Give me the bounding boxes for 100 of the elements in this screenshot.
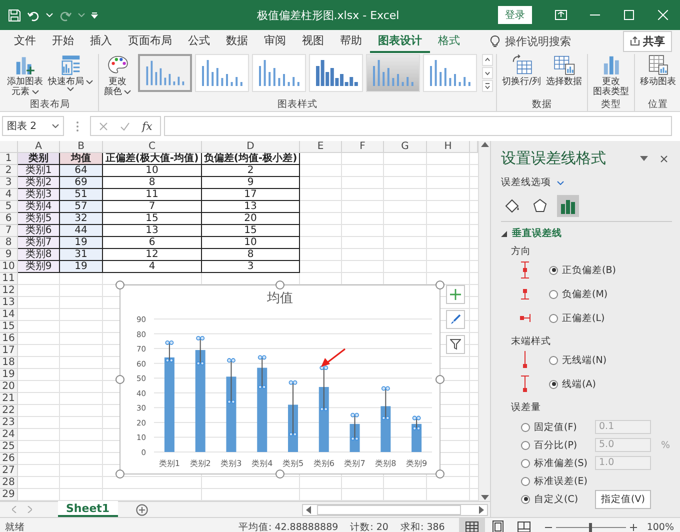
table-cell: 6 bbox=[103, 237, 202, 249]
column-header[interactable]: F bbox=[342, 141, 384, 153]
column-header[interactable]: C bbox=[103, 141, 202, 153]
row-number[interactable]: 25 bbox=[0, 441, 18, 453]
radio-label[interactable]: 正偏差(L) bbox=[562, 312, 605, 324]
column-header[interactable]: A bbox=[18, 141, 60, 153]
table-cell: 类别2 bbox=[18, 177, 60, 189]
axis-label: 类别2 bbox=[190, 459, 211, 468]
radio-label[interactable]: 线端(A) bbox=[562, 378, 596, 390]
name-box[interactable]: 图表 2 bbox=[2, 116, 64, 136]
ribbon-tab[interactable]: 格式 bbox=[430, 30, 468, 52]
radio-label[interactable]: 百分比(P) bbox=[534, 438, 578, 452]
sheet-tab[interactable]: Sheet1 bbox=[58, 501, 118, 517]
table-cell: 4 bbox=[103, 261, 202, 273]
axis-label: 类别5 bbox=[282, 459, 304, 468]
options-dropdown[interactable]: 误差线选项 bbox=[501, 176, 551, 189]
table-cell: 类别6 bbox=[18, 225, 60, 237]
radio-label[interactable]: 标准误差(E) bbox=[534, 474, 588, 488]
row-number[interactable]: 20 bbox=[0, 381, 18, 393]
ribbon-button[interactable]: 快速布局 bbox=[46, 54, 95, 91]
window-title: 极值偏差柱形图.xlsx - Excel bbox=[256, 8, 400, 22]
zoom-level[interactable]: 100% bbox=[646, 522, 674, 532]
table-cell: 19 bbox=[60, 237, 103, 249]
row-number[interactable]: 2 bbox=[0, 165, 18, 177]
row-number[interactable]: 3 bbox=[0, 177, 18, 189]
column-header[interactable]: E bbox=[300, 141, 342, 153]
ribbon-tab[interactable]: 帮助 bbox=[332, 30, 370, 52]
row-number[interactable]: 9 bbox=[0, 249, 18, 261]
ribbon-tab[interactable]: 页面布局 bbox=[120, 30, 180, 52]
ribbon-tab[interactable]: 视图 bbox=[294, 30, 332, 52]
share-button[interactable]: 共享 bbox=[623, 30, 672, 52]
row-number[interactable]: 12 bbox=[0, 285, 18, 297]
row-number[interactable]: 1 bbox=[0, 153, 18, 165]
ribbon-button[interactable]: 添加图表 元素 bbox=[5, 54, 45, 97]
row-number[interactable]: 17 bbox=[0, 345, 18, 357]
radio-label[interactable]: 无线端(N) bbox=[562, 354, 607, 366]
radio-label[interactable]: 自定义(C) bbox=[534, 492, 578, 506]
ribbon-tab[interactable]: 审阅 bbox=[256, 30, 294, 52]
radio-label[interactable]: 固定值(F) bbox=[534, 420, 577, 434]
error-amount-label: 误差量 bbox=[511, 401, 542, 414]
login-button[interactable]: 登录 bbox=[498, 6, 532, 24]
group-label: 图表样式 bbox=[278, 99, 318, 111]
direction-label: 方向 bbox=[511, 245, 532, 258]
ribbon-button[interactable]: 更改 颜色 bbox=[102, 54, 133, 97]
row-number[interactable]: 16 bbox=[0, 333, 18, 345]
table-cell: 44 bbox=[60, 225, 103, 237]
specify-value-button[interactable]: 指定值(V) bbox=[595, 490, 651, 508]
table-cell: 9 bbox=[202, 177, 300, 189]
row-number[interactable]: 24 bbox=[0, 429, 18, 441]
row-number[interactable]: 4 bbox=[0, 189, 18, 201]
row-number[interactable]: 22 bbox=[0, 405, 18, 417]
column-header[interactable]: G bbox=[384, 141, 427, 153]
axis-label: 类别1 bbox=[158, 459, 180, 468]
ribbon-tab[interactable]: 数据 bbox=[218, 30, 256, 52]
row-number[interactable]: 15 bbox=[0, 321, 18, 333]
row-number[interactable]: 13 bbox=[0, 297, 18, 309]
column-header[interactable]: D bbox=[202, 141, 300, 153]
header-cell: 类别 bbox=[18, 153, 60, 165]
row-number[interactable]: 10 bbox=[0, 261, 18, 273]
ribbon-tab[interactable]: 文件 bbox=[6, 30, 44, 52]
ribbon-tab[interactable]: 插入 bbox=[82, 30, 120, 52]
ribbon-button[interactable]: 更改 图表类型 bbox=[591, 54, 632, 97]
radio-label[interactable]: 负偏差(M) bbox=[562, 288, 608, 300]
table-cell: 51 bbox=[60, 189, 103, 201]
insert-function-button[interactable]: fx bbox=[142, 120, 152, 132]
row-number[interactable]: 8 bbox=[0, 237, 18, 249]
table-cell: 11 bbox=[103, 189, 202, 201]
ribbon-button[interactable]: 移动图表 bbox=[638, 54, 678, 87]
row-number[interactable]: 28 bbox=[0, 477, 18, 489]
row-number[interactable]: 7 bbox=[0, 225, 18, 237]
row-number[interactable]: 19 bbox=[0, 369, 18, 381]
radio-label[interactable]: 标准偏差(S) bbox=[534, 456, 588, 470]
row-number[interactable]: 14 bbox=[0, 309, 18, 321]
row-number[interactable]: 5 bbox=[0, 201, 18, 213]
row-number[interactable]: 26 bbox=[0, 453, 18, 465]
row-number[interactable]: 6 bbox=[0, 213, 18, 225]
ribbon-tab[interactable]: 开始 bbox=[44, 30, 82, 52]
table-cell: 19 bbox=[60, 261, 103, 273]
row-number[interactable]: 23 bbox=[0, 417, 18, 429]
column-header[interactable]: B bbox=[60, 141, 103, 153]
row-number[interactable]: 29 bbox=[0, 489, 18, 501]
axis-label: 类别8 bbox=[375, 459, 396, 468]
radio-label[interactable]: 正负偏差(B) bbox=[562, 264, 616, 276]
ribbon-button[interactable]: 切换行/列 bbox=[500, 54, 544, 87]
table-cell: 69 bbox=[60, 177, 103, 189]
ribbon-tab[interactable]: 公式 bbox=[180, 30, 218, 52]
row-number[interactable]: 21 bbox=[0, 393, 18, 405]
table-cell: 32 bbox=[60, 213, 103, 225]
row-number[interactable]: 27 bbox=[0, 465, 18, 477]
column-header[interactable]: H bbox=[427, 141, 470, 153]
search-hint[interactable]: 操作说明搜索 bbox=[505, 34, 571, 48]
header-cell: 均值 bbox=[60, 153, 103, 165]
row-number[interactable]: 11 bbox=[0, 273, 18, 285]
average-readout: 平均值: 42.88888889 bbox=[238, 520, 338, 532]
header-cell: 负偏差(均值-极小差) bbox=[202, 153, 300, 165]
section-heading[interactable]: 垂直误差线 bbox=[512, 227, 562, 240]
ribbon-button[interactable]: 选择数据 bbox=[544, 54, 584, 87]
count-readout: 计数: 20 bbox=[350, 520, 388, 532]
table-cell: 20 bbox=[202, 213, 300, 225]
row-number[interactable]: 18 bbox=[0, 357, 18, 369]
